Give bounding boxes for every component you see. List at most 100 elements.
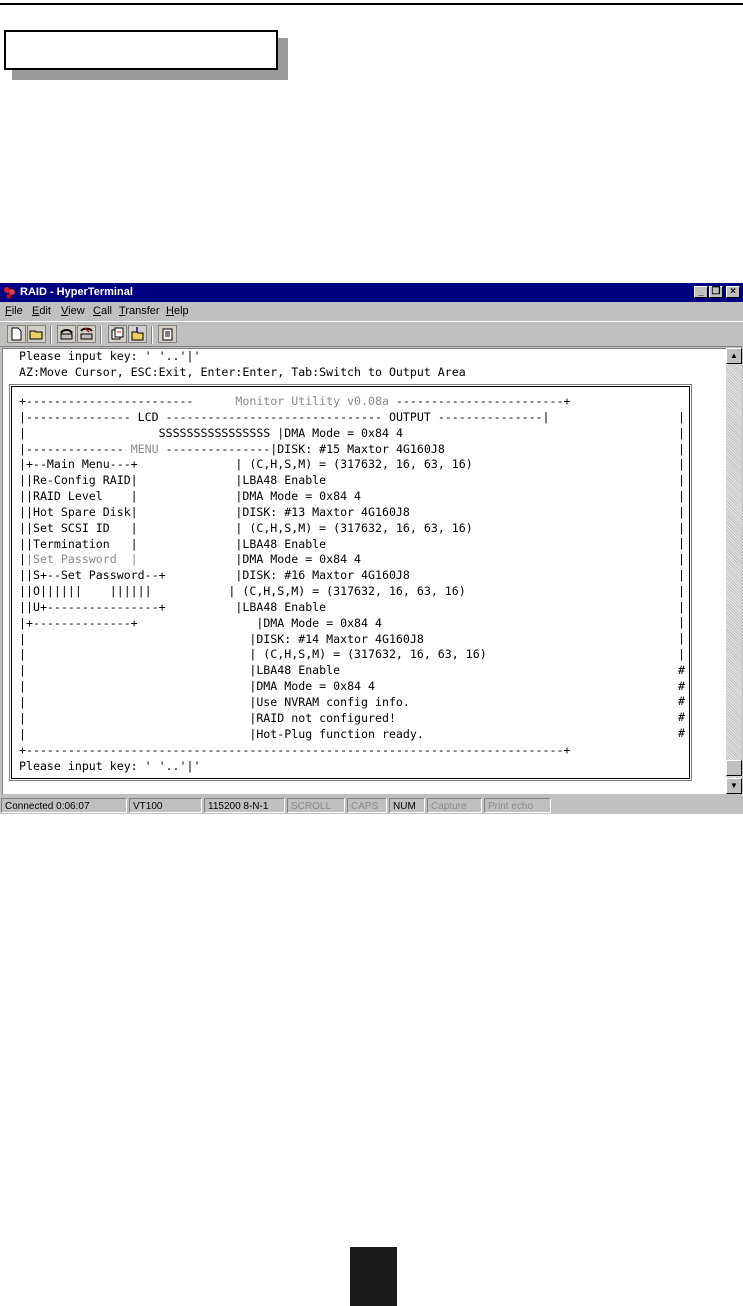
- monitor-utility-title: Monitor Utility v0.08a: [235, 394, 389, 408]
- lcd-label: LCD: [137, 410, 159, 424]
- scroll-thumb[interactable]: [726, 760, 742, 776]
- menu-row: ||Hot Spare Disk| |DISK: #13 Maxtor 4G16…: [19, 505, 410, 519]
- vertical-scrollbar[interactable]: ▲ ▼: [726, 348, 742, 794]
- output-line: DMA Mode = 0x84 4: [242, 552, 362, 566]
- output-line: DISK: #16 Maxtor 4G160J8: [242, 568, 410, 582]
- toolbar-separator: [151, 326, 153, 344]
- menu-edit[interactable]: Edit: [32, 303, 51, 320]
- menu-row: |+--------------+ |DMA Mode = 0x84 4: [19, 616, 382, 630]
- set-password-submenu-top: |S+--Set Password--+: [25, 568, 166, 582]
- toolbar-separator: [100, 326, 102, 344]
- receive-icon[interactable]: [128, 325, 147, 343]
- menu-row: ||Set SCSI ID | | (C,H,S,M) = (317632, 1…: [19, 521, 473, 535]
- help-line: AZ:Move Cursor, ESC:Exit, Enter:Enter, T…: [19, 365, 466, 379]
- output-line: DMA Mode = 0x84 4: [263, 616, 382, 630]
- menu-item-set-password[interactable]: |Set Password |: [26, 552, 138, 566]
- minimize-button[interactable]: _: [694, 286, 708, 298]
- frame-top-border: +------------------------ Monitor Utilit…: [19, 394, 571, 408]
- status-print-echo: Print echo: [484, 798, 551, 813]
- output-line: Hot-Plug function ready.: [256, 727, 424, 741]
- close-button[interactable]: ×: [726, 286, 740, 298]
- menu-item-set-scsi-id[interactable]: |Set SCSI ID |: [26, 521, 138, 535]
- frame-bottom-border: +---------------------------------------…: [19, 743, 571, 757]
- status-scroll: SCROLL: [287, 798, 345, 813]
- right-border-column: | | | | | | | | | | | | | | | | # # # # …: [678, 410, 685, 740]
- output-row: | |DISK: #14 Maxtor 4G160J8: [19, 632, 424, 646]
- output-line: LBA48 Enable: [242, 600, 327, 614]
- menu-help[interactable]: Help: [166, 303, 189, 320]
- menu-row: ||S+--Set Password--+ |DISK: #16 Maxtor …: [19, 568, 410, 582]
- menu-row: ||O|||||| |||||| | (C,H,S,M) = (317632, …: [19, 584, 466, 598]
- menu-item-raid-level[interactable]: |RAID Level |: [26, 489, 138, 503]
- new-icon[interactable]: [7, 325, 26, 343]
- output-row: | | (C,H,S,M) = (317632, 16, 63, 16): [19, 647, 487, 661]
- output-line: DISK: #13 Maxtor 4G160J8: [242, 505, 410, 519]
- output-row: | |Use NVRAM config info.: [19, 695, 410, 709]
- status-emulation: VT100: [129, 798, 202, 813]
- window-title: RAID - HyperTerminal: [20, 286, 133, 298]
- output-line: DMA Mode = 0x84 4: [284, 426, 403, 440]
- hyperterminal-app-icon[interactable]: [3, 286, 17, 299]
- menu-label: MENU: [130, 442, 159, 456]
- output-row: | |LBA48 Enable: [19, 663, 341, 677]
- output-row: | |RAID not configured!: [19, 711, 396, 725]
- restore-button[interactable]: ❐: [709, 286, 723, 298]
- menu-row: |+--Main Menu---+ | (C,H,S,M) = (317632,…: [19, 457, 473, 471]
- menu-item-hot-spare-disk[interactable]: |Hot Spare Disk|: [26, 505, 138, 519]
- status-connected: Connected 0:06:07: [1, 798, 127, 813]
- status-caps: CAPS: [347, 798, 387, 813]
- menu-file[interactable]: File: [5, 303, 23, 320]
- output-label: OUTPUT: [388, 410, 431, 424]
- set-password-submenu-bottom: |U+----------------+: [25, 600, 166, 614]
- lcd-row: | SSSSSSSSSSSSSSSS |DMA Mode = 0x84 4: [19, 426, 403, 440]
- open-icon[interactable]: [27, 325, 46, 343]
- status-port-settings: 115200 8-N-1: [204, 798, 285, 813]
- output-line: LBA48 Enable: [256, 663, 341, 677]
- section-header-row: |--------------- LCD -------------------…: [19, 410, 550, 424]
- output-line: LBA48 Enable: [242, 537, 327, 551]
- menu-row: ||U+----------------+ |LBA48 Enable: [19, 600, 327, 614]
- password-entry-field[interactable]: |O|||||| ||||||: [26, 584, 152, 598]
- status-capture: Capture: [427, 798, 482, 813]
- properties-icon[interactable]: [158, 325, 177, 343]
- scroll-up-icon[interactable]: ▲: [726, 348, 742, 364]
- menu-row: ||Re-Config RAID| |LBA48 Enable: [19, 473, 327, 487]
- menu-header-row: |-------------- MENU ---------------|DIS…: [19, 442, 445, 456]
- menu-row: ||Set Password | |DMA Mode = 0x84 4: [19, 552, 362, 566]
- output-row: | |DMA Mode = 0x84 4: [19, 679, 375, 693]
- prompt-line-bottom: Please input key: ' '..'|': [19, 759, 201, 773]
- menu-transfer[interactable]: Transfer: [119, 303, 160, 320]
- disconnect-icon[interactable]: [77, 325, 96, 343]
- output-line: DMA Mode = 0x84 4: [242, 489, 362, 503]
- connect-icon[interactable]: [57, 325, 76, 343]
- main-menu-bottom: +--------------+: [25, 616, 138, 630]
- output-line: LBA48 Enable: [242, 473, 327, 487]
- send-icon[interactable]: [108, 325, 127, 343]
- menu-view[interactable]: View: [61, 303, 85, 320]
- toolbar-separator: [50, 326, 52, 344]
- prompt-line-top: Please input key: ' '..'|': [19, 349, 201, 363]
- page-number-tab: [350, 1247, 397, 1306]
- title-bar: RAID - HyperTerminal _ ❐ ×: [0, 283, 743, 302]
- output-line: DMA Mode = 0x84 4: [256, 679, 375, 693]
- output-line: RAID not configured!: [256, 711, 396, 725]
- terminal-screen[interactable]: Please input key: ' '..'|' AZ:Move Curso…: [2, 348, 726, 794]
- toolbar: [0, 321, 743, 347]
- menu-row: ||RAID Level | |DMA Mode = 0x84 4: [19, 489, 362, 503]
- output-line: Use NVRAM config info.: [256, 695, 410, 709]
- menu-bar: File Edit View Call Transfer Help: [0, 303, 743, 320]
- lcd-display: SSSSSSSSSSSSSSSS: [158, 426, 271, 440]
- menu-item-termination[interactable]: |Termination |: [26, 537, 138, 551]
- page-top-rule: [0, 3, 743, 5]
- hyperterminal-window: RAID - HyperTerminal _ ❐ × File Edit Vie…: [0, 283, 743, 814]
- menu-row: ||Termination | |LBA48 Enable: [19, 537, 327, 551]
- menu-item-reconfig-raid[interactable]: |Re-Config RAID|: [26, 473, 138, 487]
- scroll-down-icon[interactable]: ▼: [726, 778, 742, 794]
- output-row: | |Hot-Plug function ready.: [19, 727, 424, 741]
- output-line: (C,H,S,M) = (317632, 16, 63, 16): [242, 521, 473, 535]
- main-menu-top: +--Main Menu---+: [25, 457, 138, 471]
- output-line: (C,H,S,M) = (317632, 16, 63, 16): [242, 457, 473, 471]
- output-line: (C,H,S,M) = (317632, 16, 63, 16): [235, 584, 466, 598]
- menu-call[interactable]: Call: [93, 303, 112, 320]
- output-line: DISK: #15 Maxtor 4G160J8: [277, 442, 445, 456]
